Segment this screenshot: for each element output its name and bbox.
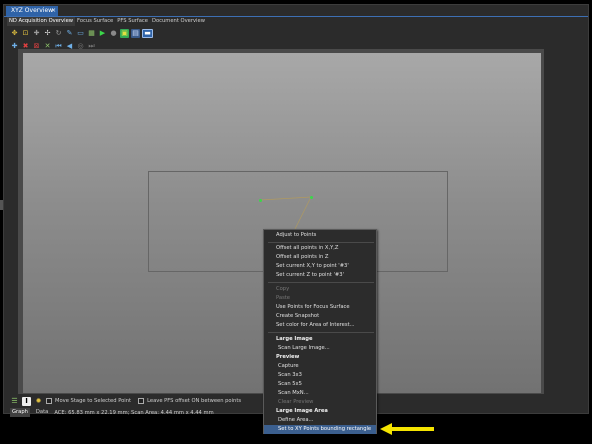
menu-item-clear-preview[interactable]: Clear Preview — [264, 398, 376, 407]
tab-nd-acquisition-overview[interactable]: ND Acquisition Overview — [7, 17, 76, 26]
list-view-icon[interactable]: ☰ — [10, 397, 19, 406]
menu-item-capture[interactable]: Capture — [264, 362, 376, 371]
xyz-point[interactable] — [310, 196, 313, 199]
tab-document-overview[interactable]: Document Overview — [150, 17, 207, 26]
leave-pfs-checkbox[interactable] — [138, 398, 145, 404]
close-icon[interactable]: × — [51, 6, 56, 16]
settings-icon[interactable]: ✹ — [34, 397, 43, 406]
annotation-arrow — [380, 423, 434, 435]
add-point-icon[interactable]: ✚ — [32, 29, 41, 38]
menu-item-create-snapshot[interactable]: Create Snapshot — [264, 312, 376, 321]
menu-item-adjust-to-points[interactable]: Adjust to Points — [264, 231, 376, 240]
menu-item-set-color-aoi[interactable]: Set color for Area of Interest... — [264, 321, 376, 330]
grid-icon[interactable]: ▦ — [87, 29, 96, 38]
cursor-tool-icon[interactable]: ✥ — [10, 29, 19, 38]
menu-header-large-image: Large Image — [276, 336, 313, 342]
move-stage-label: Move Stage to Selected Point — [55, 398, 132, 404]
tab-data[interactable]: Data — [34, 408, 50, 417]
layout-icon[interactable]: ▤ — [131, 28, 140, 38]
ruler-icon[interactable]: ▭ — [76, 29, 85, 38]
leave-pfs-label: Leave PFS offset ON between points — [147, 398, 242, 404]
tab-graph[interactable]: Graph — [10, 408, 30, 417]
window-title: XYZ Overview — [11, 7, 54, 14]
menu-separator — [268, 332, 374, 333]
menu-item-set-current-xy[interactable]: Set current X,Y to point '#3' — [264, 262, 376, 271]
status-bar: Graph Data ACE: 65.83 mm x 22.19 mm; Sca… — [10, 408, 214, 417]
menu-item-set-xy-bounding-rect[interactable]: Set to XY Points bounding rectangle — [264, 425, 376, 434]
tab-focus-surface[interactable]: Focus Surface — [75, 17, 115, 26]
menu-header-preview: Preview — [276, 354, 300, 360]
main-toolbar: ✥ ⊡ ✚ ✢ ↻ ✎ ▭ ▦ ▶ ● ▣ ▤ ▬ — [10, 27, 153, 39]
snapshot-icon[interactable]: ▣ — [120, 28, 129, 38]
menu-item-set-current-z[interactable]: Set current Z to point '#3' — [264, 271, 376, 280]
select-rect-icon[interactable]: ⊡ — [21, 29, 30, 38]
move-point-icon[interactable]: ✢ — [43, 29, 52, 38]
rotate-icon[interactable]: ↻ — [54, 29, 63, 38]
menu-item-define-area[interactable]: Define Area... — [264, 416, 376, 425]
context-menu: Adjust to Points Offset all points in X,… — [263, 229, 377, 434]
status-text: ACE: 65.83 mm x 22.19 mm; Scan Area: 4.4… — [54, 409, 214, 416]
menu-item-paste[interactable]: Paste — [264, 294, 376, 303]
move-stage-checkbox[interactable] — [46, 398, 52, 404]
info-icon[interactable]: I — [22, 396, 31, 406]
menu-separator — [268, 282, 374, 283]
display-mode-icon[interactable]: ▬ — [142, 28, 153, 38]
draw-icon[interactable]: ✎ — [65, 29, 74, 38]
menu-item-scan-5x5[interactable]: Scan 5x5 — [264, 380, 376, 389]
menu-item-use-points-focus-surface[interactable]: Use Points for Focus Surface — [264, 303, 376, 312]
record-icon[interactable]: ● — [109, 29, 118, 38]
view-tabs: ND Acquisition Overview Focus Surface PF… — [7, 17, 207, 26]
menu-item-offset-z[interactable]: Offset all points in Z — [264, 253, 376, 262]
tab-pfs-surface[interactable]: PFS Surface — [115, 17, 150, 26]
menu-item-scan-3x3[interactable]: Scan 3x3 — [264, 371, 376, 380]
menu-header-large-image-area: Large Image Area — [276, 408, 328, 414]
menu-item-offset-xyz[interactable]: Offset all points in X,Y,Z — [264, 244, 376, 253]
xyz-point[interactable] — [259, 199, 262, 202]
graph-options-bar: ☰ I ✹ Move Stage to Selected Point Leave… — [10, 396, 241, 406]
menu-item-scan-large-image[interactable]: Scan Large Image... — [264, 344, 376, 353]
menu-item-scan-mxn[interactable]: Scan MxN... — [264, 389, 376, 398]
menu-item-copy[interactable]: Copy — [264, 285, 376, 294]
capture-icon[interactable]: ▶ — [98, 29, 107, 38]
menu-separator — [268, 242, 374, 243]
